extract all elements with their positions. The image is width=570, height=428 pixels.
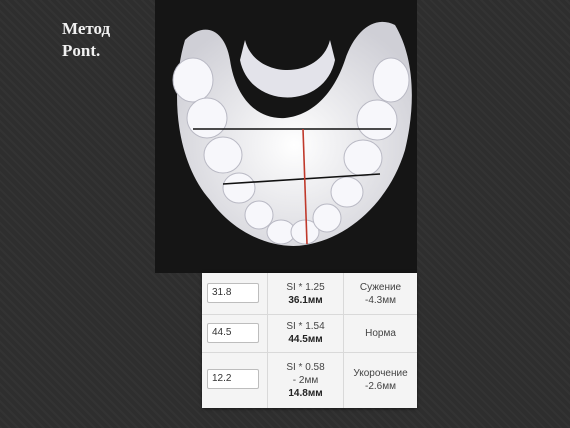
- table-row: 12.2 SI * 0.58 - 2мм 14.8мм Укорочение -…: [202, 352, 417, 408]
- title-line-2: Pont.: [62, 41, 101, 60]
- result-text: 44.5мм: [288, 334, 323, 345]
- result-text: 14.8мм: [288, 387, 323, 399]
- formula-text: SI * 1.25: [286, 281, 325, 293]
- pont-table: 31.8 SI * 1.25 36.1мм Сужение -4.3мм 44.…: [202, 273, 417, 408]
- result-text: 36.1мм: [288, 294, 323, 306]
- formula-text: SI * 1.54: [286, 321, 325, 332]
- dental-cast-photo: [155, 0, 417, 273]
- input-cell: 44.5: [202, 314, 268, 352]
- verdict-cell: Сужение -4.3мм: [344, 273, 417, 314]
- formula-text: SI * 0.58: [286, 361, 325, 373]
- verdict-delta: -2.6мм: [365, 381, 396, 392]
- input-cell: 31.8: [202, 273, 268, 314]
- table-row: 44.5 SI * 1.54 44.5мм Норма: [202, 314, 417, 353]
- dental-cast-illustration: [155, 0, 417, 273]
- measure-input[interactable]: 12.2: [207, 369, 259, 389]
- measure-input[interactable]: 44.5: [207, 323, 259, 343]
- verdict-cell: Норма: [344, 314, 417, 352]
- formula-cell: SI * 0.58 - 2мм 14.8мм: [268, 352, 344, 408]
- verdict-text: Норма: [365, 327, 396, 339]
- table-row: 31.8 SI * 1.25 36.1мм Сужение -4.3мм: [202, 273, 417, 315]
- slide-title: Метод Pont.: [62, 18, 110, 62]
- title-line-1: Метод: [62, 19, 111, 38]
- verdict-delta: -4.3мм: [365, 294, 396, 306]
- measure-input[interactable]: 31.8: [207, 283, 259, 303]
- verdict-text: Укорочение: [353, 368, 408, 379]
- formula-text-2: - 2мм: [292, 374, 319, 386]
- formula-cell: SI * 1.25 36.1мм: [268, 273, 344, 314]
- verdict-text: Сужение: [359, 281, 402, 293]
- formula-cell: SI * 1.54 44.5мм: [268, 314, 344, 352]
- input-cell: 12.2: [202, 352, 268, 408]
- verdict-cell: Укорочение -2.6мм: [344, 352, 417, 408]
